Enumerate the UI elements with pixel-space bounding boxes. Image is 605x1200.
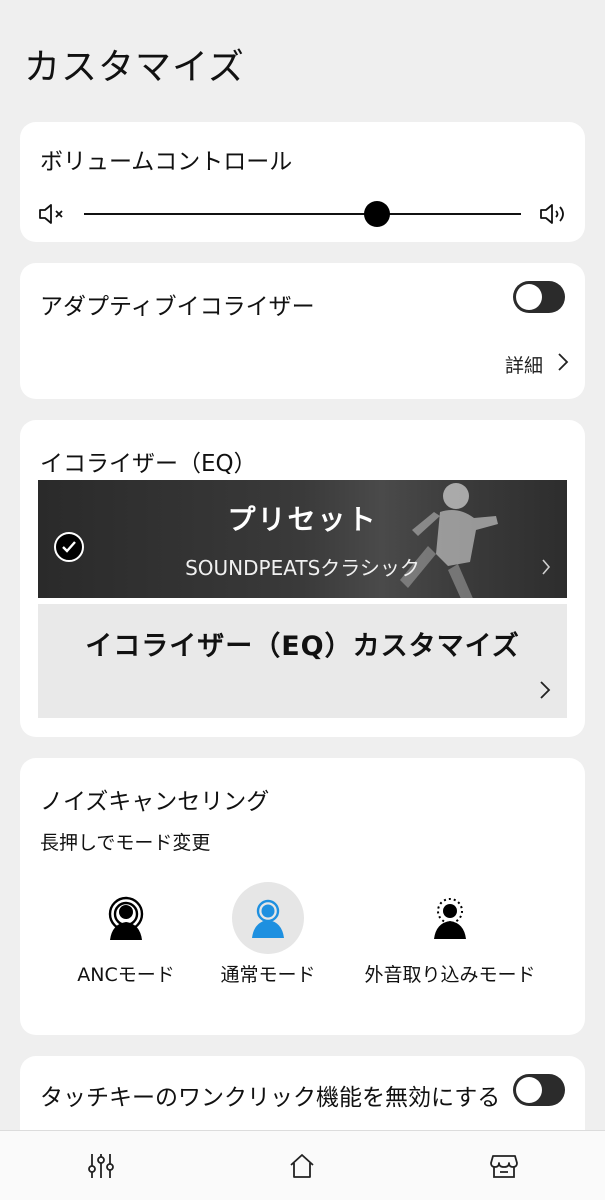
noise-cancelling-hint: 長押しでモード変更 xyxy=(40,832,211,854)
bottom-navigation xyxy=(0,1130,605,1200)
volume-card: ボリュームコントロール xyxy=(20,122,585,242)
mode-anc-button[interactable]: ANCモード xyxy=(46,882,206,990)
preset-button[interactable]: プリセット SOUNDPEATSクラシック xyxy=(38,480,567,598)
detail-label: 詳細 xyxy=(504,355,543,377)
mode-label: 通常モード xyxy=(220,964,316,986)
anc-mode-icon xyxy=(90,882,162,954)
mode-ambient-button[interactable]: 外音取り込みモード xyxy=(350,882,550,990)
preset-title: プリセット xyxy=(227,503,378,536)
preset-name: SOUNDPEATSクラシック xyxy=(185,556,420,580)
chevron-right-icon xyxy=(557,352,569,377)
adaptive-eq-toggle[interactable] xyxy=(513,281,565,313)
speaker-muted-icon[interactable] xyxy=(38,202,68,226)
noise-cancelling-title: ノイズキャンセリング xyxy=(40,789,270,815)
touch-key-toggle[interactable] xyxy=(513,1074,565,1106)
page-title: カスタマイズ xyxy=(24,47,245,88)
normal-mode-icon xyxy=(232,882,304,954)
mode-normal-button[interactable]: 通常モード xyxy=(188,882,348,990)
mode-label: 外音取り込みモード xyxy=(364,964,536,986)
ambient-mode-icon xyxy=(414,882,486,954)
volume-slider-thumb[interactable] xyxy=(363,201,390,227)
custom-eq-button[interactable]: イコライザー（EQ）カスタマイズ xyxy=(38,604,567,718)
adaptive-eq-title: アダプティブイコライザー xyxy=(40,294,315,320)
adaptive-eq-card: アダプティブイコライザー 詳細 xyxy=(20,263,585,399)
volume-track[interactable] xyxy=(84,213,521,215)
equalizer-card: イコライザー（EQ） プリセット SOUNDPEATSクラシック イコライザー（… xyxy=(20,420,585,737)
touch-key-title: タッチキーのワンクリック機能を無効にする xyxy=(40,1085,501,1111)
adaptive-eq-detail-link[interactable]: 詳細 xyxy=(505,351,569,378)
chevron-right-icon xyxy=(539,680,551,704)
custom-eq-title: イコライザー（EQ）カスタマイズ xyxy=(85,631,520,662)
noise-cancelling-card: ノイズキャンセリング 長押しでモード変更 ANCモード 通常モード 外音取り込み… xyxy=(20,758,585,1035)
equalizer-sliders-icon[interactable] xyxy=(84,1149,118,1183)
volume-title: ボリュームコントロール xyxy=(40,149,293,175)
toggle-knob xyxy=(516,284,542,310)
speaker-loud-icon[interactable] xyxy=(539,202,569,226)
chevron-right-icon xyxy=(541,558,551,580)
equalizer-title: イコライザー（EQ） xyxy=(40,451,257,477)
home-icon[interactable] xyxy=(285,1149,319,1183)
store-icon[interactable] xyxy=(487,1149,521,1183)
mode-label: ANCモード xyxy=(77,964,175,986)
toggle-knob xyxy=(516,1077,542,1103)
